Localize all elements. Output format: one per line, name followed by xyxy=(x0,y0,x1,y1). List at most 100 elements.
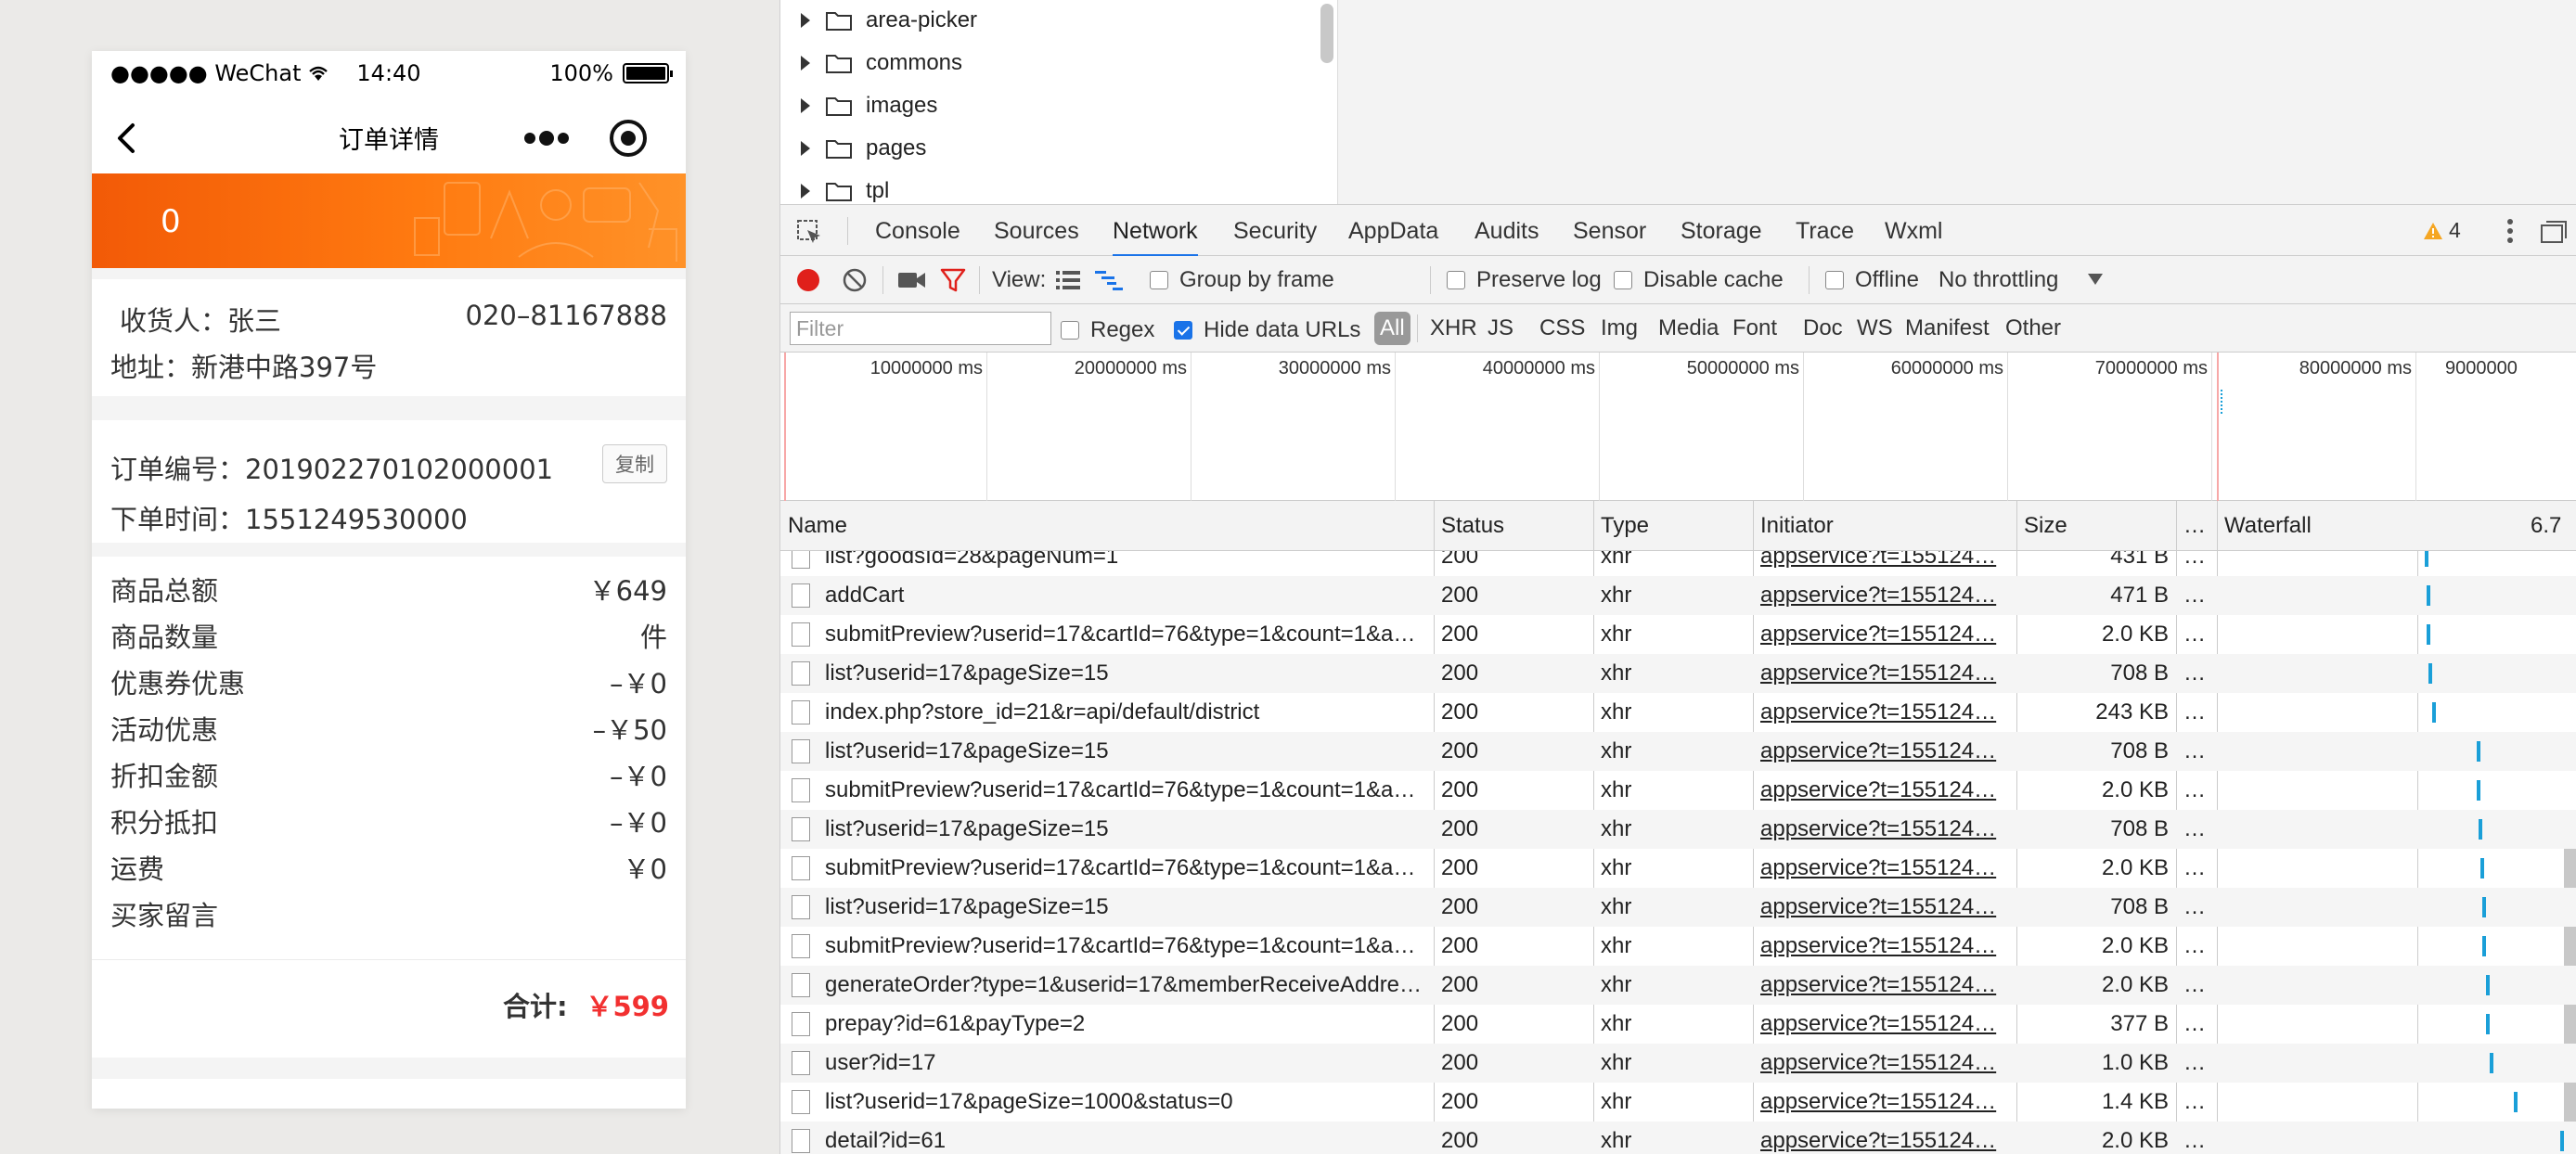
tree-folder-item[interactable]: pages xyxy=(801,130,926,167)
chevron-down-icon[interactable] xyxy=(2087,273,2104,286)
filter-type-all[interactable]: All xyxy=(1374,312,1410,345)
clear-icon[interactable] xyxy=(842,267,868,293)
request-initiator[interactable]: appservice?t=155124… xyxy=(1753,966,2016,1005)
table-row[interactable]: list?userid=17&pageSize=15 200 xhr appservi… xyxy=(780,810,2576,849)
divider xyxy=(92,959,686,960)
expand-arrow-icon[interactable] xyxy=(801,184,810,199)
table-row[interactable]: detail?id=61 200 xhr appservice?t=155124… 2.… xyxy=(780,1122,2576,1154)
tab-audits[interactable]: Audits xyxy=(1475,205,1539,257)
filter-type-doc[interactable]: Doc xyxy=(1803,312,1843,345)
tab-network[interactable]: Network xyxy=(1113,205,1198,257)
filter-type-xhr[interactable]: XHR xyxy=(1430,312,1477,345)
warning-indicator[interactable]: 4 xyxy=(2423,218,2461,243)
request-initiator[interactable]: appservice?t=155124… xyxy=(1753,732,2016,771)
column-initiator[interactable]: Initiator xyxy=(1753,501,1834,551)
request-initiator[interactable]: appservice?t=155124… xyxy=(1753,1005,2016,1044)
filter-type-other[interactable]: Other xyxy=(2005,312,2061,345)
expand-arrow-icon[interactable] xyxy=(801,13,810,28)
disable-cache-checkbox[interactable]: Disable cache xyxy=(1614,267,1784,293)
filter-type-ws[interactable]: WS xyxy=(1857,312,1893,345)
table-row[interactable]: index.php?store_id=21&r=api/default/dist… xyxy=(780,693,2576,732)
expand-arrow-icon[interactable] xyxy=(801,98,810,113)
filter-type-media[interactable]: Media xyxy=(1658,312,1719,345)
expand-arrow-icon[interactable] xyxy=(801,56,810,71)
request-initiator[interactable]: appservice?t=155124… xyxy=(1753,810,2016,849)
request-initiator[interactable]: appservice?t=155124… xyxy=(1753,551,2016,576)
column-name[interactable]: Name xyxy=(780,501,847,551)
request-initiator[interactable]: appservice?t=155124… xyxy=(1753,1083,2016,1122)
request-initiator[interactable]: appservice?t=155124… xyxy=(1753,693,2016,732)
tree-folder-item[interactable]: commons xyxy=(801,45,962,82)
request-initiator[interactable]: appservice?t=155124… xyxy=(1753,615,2016,654)
request-initiator[interactable]: appservice?t=155124… xyxy=(1753,1044,2016,1083)
tree-folder-item[interactable]: images xyxy=(801,87,937,124)
preserve-log-checkbox[interactable]: Preserve log xyxy=(1447,267,1602,293)
filter-bar: Regex Hide data URLs All XHR JS CSS Img Media… xyxy=(780,304,2576,353)
copy-button[interactable]: 复制 xyxy=(602,444,667,483)
tab-security[interactable]: Security xyxy=(1233,205,1317,257)
table-row[interactable]: list?userid=17&pageSize=15 200 xhr appservi… xyxy=(780,654,2576,693)
undock-icon[interactable] xyxy=(2540,220,2568,244)
screenshot-camera-icon[interactable] xyxy=(897,269,927,291)
throttling-select[interactable]: No throttling xyxy=(1938,267,2058,293)
table-row[interactable]: list?userid=17&pageSize=1000&status=0 200… xyxy=(780,1083,2576,1122)
tab-sources[interactable]: Sources xyxy=(994,205,1079,257)
tab-storage[interactable]: Storage xyxy=(1681,205,1762,257)
request-initiator[interactable]: appservice?t=155124… xyxy=(1753,1122,2016,1154)
tab-sensor[interactable]: Sensor xyxy=(1573,205,1646,257)
tree-folder-item[interactable]: area-picker xyxy=(801,2,977,39)
request-initiator[interactable]: appservice?t=155124… xyxy=(1753,654,2016,693)
tab-appdata[interactable]: AppData xyxy=(1348,205,1438,257)
record-icon[interactable] xyxy=(795,267,821,293)
request-initiator[interactable]: appservice?t=155124… xyxy=(1753,888,2016,927)
table-row[interactable]: generateOrder?type=1&userid=17&memberRec… xyxy=(780,966,2576,1005)
tree-scrollbar[interactable] xyxy=(1320,4,1333,63)
more-dots-icon[interactable] xyxy=(521,123,573,153)
filter-type-css[interactable]: CSS xyxy=(1539,312,1585,345)
table-row[interactable]: submitPreview?userid=17&cartId=76&type=1… xyxy=(780,849,2576,888)
column-waterfall[interactable]: Waterfall xyxy=(2217,501,2312,551)
tab-wxml[interactable]: Wxml xyxy=(1885,205,1942,257)
hide-data-urls-checkbox[interactable]: Hide data URLs xyxy=(1174,317,1360,343)
regex-checkbox[interactable]: Regex xyxy=(1061,317,1154,343)
more-vertical-icon[interactable] xyxy=(2505,216,2516,246)
table-row[interactable]: prepay?id=61&payType=2 200 xhr appservice?t… xyxy=(780,1005,2576,1044)
request-initiator[interactable]: appservice?t=155124… xyxy=(1753,576,2016,615)
request-time: … xyxy=(2183,933,2206,958)
table-row[interactable]: addCart 200 xhr appservice?t=155124… 471 B… xyxy=(780,576,2576,615)
close-capsule-icon[interactable] xyxy=(606,116,650,160)
column-type[interactable]: Type xyxy=(1593,501,1649,551)
request-initiator[interactable]: appservice?t=155124… xyxy=(1753,927,2016,966)
group-by-frame-checkbox[interactable]: Group by frame xyxy=(1150,267,1334,293)
network-overview[interactable]: 10000000 ms 20000000 ms 30000000 ms 4000000… xyxy=(780,353,2576,501)
table-row[interactable]: submitPreview?userid=17&cartId=76&type=1… xyxy=(780,771,2576,810)
inspect-element-icon[interactable] xyxy=(795,218,823,246)
table-row[interactable]: list?goodsId=28&pageNum=1 200 xhr appservic… xyxy=(780,551,2576,576)
tab-trace[interactable]: Trace xyxy=(1796,205,1854,257)
column-time[interactable]: … xyxy=(2176,501,2206,551)
table-row[interactable]: list?userid=17&pageSize=15 200 xhr appservi… xyxy=(780,888,2576,927)
table-row[interactable]: user?id=17 200 xhr appservice?t=155124… 1.0 … xyxy=(780,1044,2576,1083)
request-initiator[interactable]: appservice?t=155124… xyxy=(1753,771,2016,810)
table-row[interactable]: submitPreview?userid=17&cartId=76&type=1… xyxy=(780,615,2576,654)
filter-type-img[interactable]: Img xyxy=(1601,312,1638,345)
table-row[interactable]: list?userid=17&pageSize=15 200 xhr appservi… xyxy=(780,732,2576,771)
filter-type-font[interactable]: Font xyxy=(1732,312,1777,345)
tab-console[interactable]: Console xyxy=(875,205,960,257)
offline-checkbox[interactable]: Offline xyxy=(1825,267,1919,293)
request-type: xhr xyxy=(1601,738,1632,763)
filter-icon[interactable] xyxy=(940,267,966,293)
request-size: 471 B xyxy=(2110,583,2169,608)
column-size[interactable]: Size xyxy=(2016,501,2067,551)
filter-type-js[interactable]: JS xyxy=(1488,312,1513,345)
list-view-icon[interactable] xyxy=(1055,269,1081,291)
expand-arrow-icon[interactable] xyxy=(801,141,810,156)
separator xyxy=(979,266,980,294)
waterfall-view-icon[interactable] xyxy=(1094,269,1124,291)
table-row[interactable]: submitPreview?userid=17&cartId=76&type=1… xyxy=(780,927,2576,966)
column-status[interactable]: Status xyxy=(1434,501,1504,551)
filter-input[interactable] xyxy=(790,312,1051,345)
request-initiator[interactable]: appservice?t=155124… xyxy=(1753,849,2016,888)
filter-type-manifest[interactable]: Manifest xyxy=(1905,312,1990,345)
price-summary-card: 商品总额 ￥649 商品数量 件优惠券优惠 –￥0 活动优惠 –￥50 折扣金额 –￥0 积分抵扣… xyxy=(92,557,686,1058)
